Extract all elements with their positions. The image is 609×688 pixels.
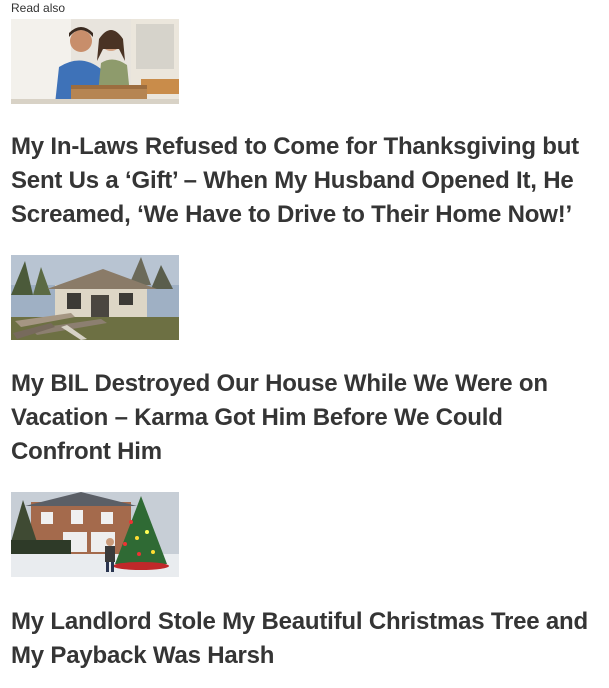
article-3-title[interactable]: My Landlord Stole My Beautiful Christmas… [11,605,606,673]
article-2-thumbnail[interactable] [11,255,179,340]
article-3-thumbnail[interactable] [11,492,179,577]
read-also-label: Read also [11,1,66,15]
article-2-title[interactable]: My BIL Destroyed Our House While We Were… [11,367,606,469]
article-1-title[interactable]: My In-Laws Refused to Come for Thanksgiv… [11,130,606,232]
read-also-section: Read also My In-Laws Refused to Come for… [0,0,609,688]
couple-opening-box-photo-icon [11,19,179,104]
christmas-tree-house-photo-icon [11,492,179,577]
destroyed-house-photo-icon [11,255,179,340]
article-1-thumbnail[interactable] [11,19,179,104]
